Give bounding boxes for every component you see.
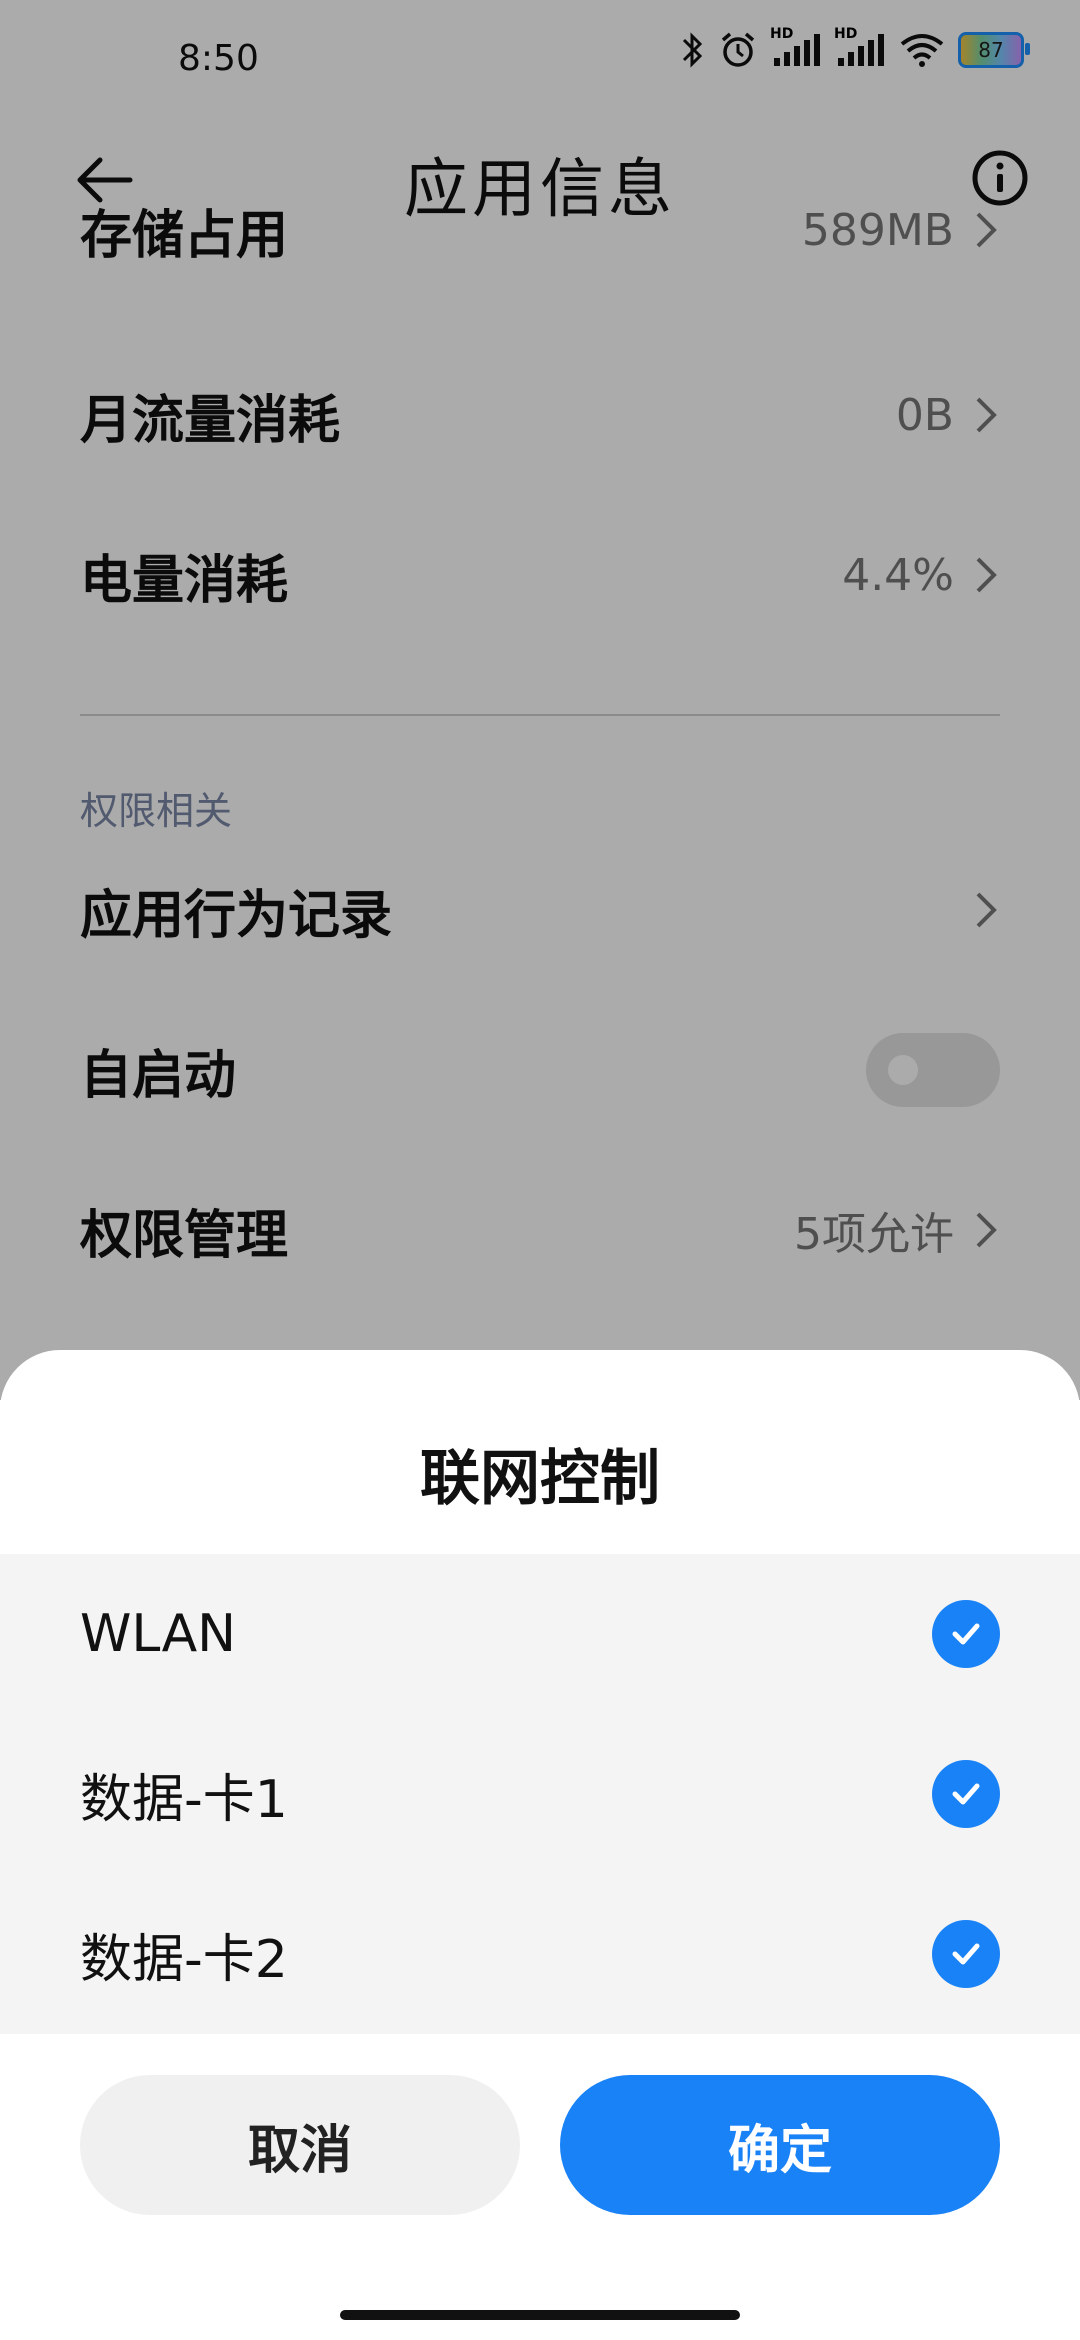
network-control-sheet: 联网控制 WLAN 数据-卡1 数据-卡2 取消 确定 — [0, 1350, 1080, 2340]
checkmark-icon[interactable] — [932, 1760, 1000, 1828]
sheet-title: 联网控制 — [420, 1444, 660, 1514]
home-indicator[interactable] — [340, 2310, 740, 2320]
option-wlan-label: WLAN — [80, 1604, 237, 1664]
confirm-button[interactable]: 确定 — [560, 2075, 1000, 2215]
option-data-sim1-label: 数据-卡1 — [80, 1769, 288, 1830]
option-data-sim1[interactable]: 数据-卡1 — [80, 1714, 1000, 1874]
cancel-button[interactable]: 取消 — [80, 2075, 520, 2215]
option-data-sim2[interactable]: 数据-卡2 — [80, 1874, 1000, 2034]
checkmark-icon[interactable] — [932, 1600, 1000, 1668]
option-data-sim2-label: 数据-卡2 — [80, 1929, 288, 1990]
network-options-list: WLAN 数据-卡1 数据-卡2 — [0, 1554, 1080, 2034]
sheet-buttons: 取消 确定 — [80, 2075, 1000, 2215]
scrim-overlay[interactable] — [0, 0, 1080, 1400]
checkmark-icon[interactable] — [932, 1920, 1000, 1988]
option-wlan[interactable]: WLAN — [80, 1554, 1000, 1714]
